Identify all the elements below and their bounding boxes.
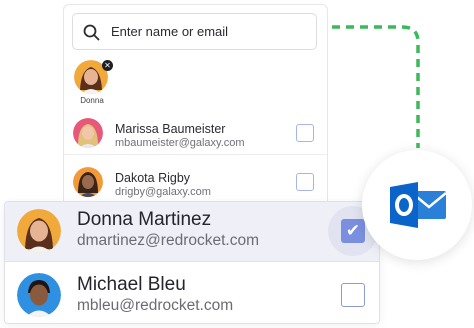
checkmark-icon[interactable]: ✔ [341,219,365,243]
contact-email: drigby@galaxy.com [115,186,211,198]
search-icon [83,24,100,41]
contact-card: Donna Martinez dmartinez@redrocket.com ✔… [4,201,380,324]
contact-checkbox[interactable] [296,173,314,191]
contact-picker-panel: ✕ Donna Marissa Baumeister mbaumeister@g… [63,4,328,214]
divider [64,154,327,155]
chip-label: Donna [80,96,104,105]
list-item-selected[interactable]: Donna Martinez dmartinez@redrocket.com ✔ [5,202,379,261]
contact-checkbox[interactable] [296,124,314,142]
avatar [17,209,61,253]
contact-name: Dakota Rigby [115,171,191,185]
contact-email: mbaumeister@galaxy.com [115,137,245,149]
contact-name: Michael Bleu [77,274,186,295]
list-item[interactable]: Marissa Baumeister mbaumeister@galaxy.co… [64,112,327,155]
list-item[interactable]: Michael Bleu mbleu@redrocket.com [5,262,379,323]
contact-email: dmartinez@redrocket.com [77,232,259,249]
contact-name: Donna Martinez [77,209,212,230]
contact-name: Marissa Baumeister [115,122,226,136]
avatar [73,118,103,148]
contact-email: mbleu@redrocket.com [77,297,234,314]
outlook-badge [362,150,472,260]
list-item[interactable]: Dakota Rigby drigby@galaxy.com [64,161,327,204]
search-input[interactable] [111,14,311,49]
avatar [17,273,61,317]
avatar [73,167,103,197]
close-icon[interactable]: ✕ [102,60,113,71]
search-box[interactable] [72,13,317,50]
outlook-icon [390,182,447,228]
contact-checkbox[interactable] [341,283,365,307]
